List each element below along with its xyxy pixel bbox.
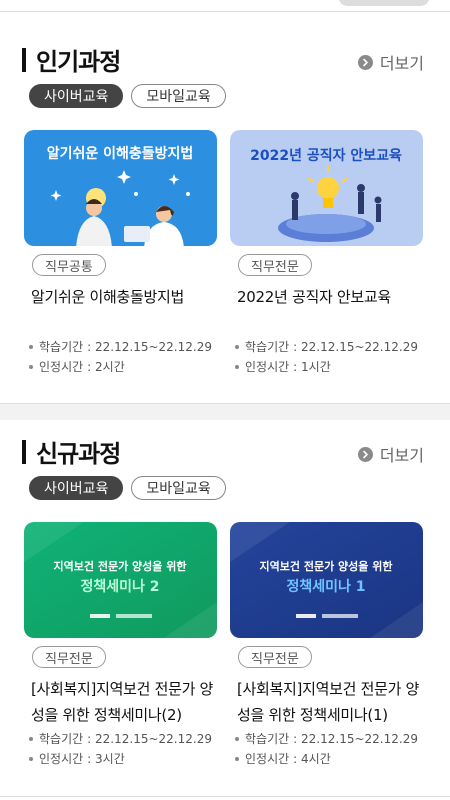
- category-badge: 직무전문: [238, 254, 312, 276]
- thumbnail-text: 2022년 공직자 안보교육: [250, 147, 402, 164]
- tab-cyber-education[interactable]: 사이버교육: [29, 476, 124, 500]
- section-marker: [22, 439, 26, 464]
- tab-mobile-education[interactable]: 모바일교육: [131, 476, 226, 500]
- new-more-button[interactable]: 더보기: [357, 442, 424, 466]
- course-title: [사회복지]지역보건 전문가 양성을 위한 정책세미나(1): [237, 680, 420, 724]
- credit-hours-label: 인정시간: [245, 360, 290, 374]
- credit-hours-label: 인정시간: [39, 360, 84, 374]
- credit-hours: 인정시간: 2시간: [29, 358, 219, 375]
- popular-title: 인기과정: [36, 48, 121, 76]
- course-card[interactable]: 알기쉬운 이해충돌방지법 직무공통 알기쉬운 이해충돌방지법 학습기간: 22…: [24, 130, 217, 390]
- course-title: 2022년 공직자 안보교육: [237, 288, 391, 306]
- credit-hours-value: 2시간: [95, 360, 125, 374]
- category-badge: 직무공통: [32, 254, 106, 276]
- course-card[interactable]: 지역보건 전문가 양성을 위한 정책세미나 2 직무전문 [사회복지]지역보건 …: [24, 522, 217, 782]
- thumbnail-subtext: 정책세미나 2: [80, 578, 159, 595]
- course-thumbnail: 알기쉬운 이해충돌방지법: [24, 130, 217, 246]
- popular-header: 인기과정: [22, 42, 121, 77]
- bullet-dot: [235, 756, 239, 761]
- study-period-value: 22.12.15~22.12.29: [95, 339, 212, 354]
- course-thumbnail: 지역보건 전문가 양성을 위한 정책세미나 1: [230, 522, 423, 638]
- bullet-dot: [235, 736, 239, 741]
- course-thumbnail: 2022년 공직자 안보교육: [230, 130, 423, 246]
- chevron-right-icon: [357, 446, 373, 462]
- credit-hours: 인정시간: 1시간: [235, 358, 425, 375]
- top-scroll-pill: [338, 0, 430, 6]
- study-period: 학습기간: 22.12.15~22.12.29: [29, 730, 219, 747]
- category-badge: 직무전문: [238, 646, 312, 668]
- popular-tabs: 사이버교육 모바일교육: [29, 84, 234, 108]
- study-period-value: 22.12.15~22.12.29: [95, 731, 212, 746]
- bullet-dot: [235, 364, 239, 369]
- thumbnail-text: 지역보건 전문가 양성을 위한: [54, 559, 187, 573]
- top-divider: [0, 11, 450, 12]
- section-marker: [22, 47, 26, 72]
- study-period-label: 학습기간: [39, 340, 84, 354]
- popular-more-button[interactable]: 더보기: [357, 50, 424, 74]
- credit-hours-value: 1시간: [301, 360, 331, 374]
- study-period-label: 학습기간: [39, 732, 84, 746]
- study-period: 학습기간: 22.12.15~22.12.29: [29, 338, 219, 355]
- bottom-divider: [0, 796, 450, 797]
- study-period-label: 학습기간: [245, 340, 290, 354]
- popular-card-list: 알기쉬운 이해충돌방지법 직무공통 알기쉬운 이해충돌방지법 학습기간: 22…: [24, 130, 436, 390]
- new-header: 신규과정: [22, 434, 121, 469]
- new-courses-title: 신규과정: [36, 440, 121, 468]
- bullet-dot: [29, 344, 33, 349]
- section-separator: [0, 403, 450, 420]
- thumbnail-text: 알기쉬운 이해충돌방지법: [47, 145, 194, 162]
- study-period: 학습기간: 22.12.15~22.12.29: [235, 730, 425, 747]
- study-period-value: 22.12.15~22.12.29: [301, 339, 418, 354]
- credit-hours-label: 인정시간: [245, 752, 290, 766]
- more-label: 더보기: [379, 54, 424, 73]
- category-badge: 직무전문: [32, 646, 106, 668]
- credit-hours-value: 4시간: [301, 752, 331, 766]
- study-period-value: 22.12.15~22.12.29: [301, 731, 418, 746]
- course-card[interactable]: 2022년 공직자 안보교육 직무전문 2022년 공직자 안보교육 학습기간 …: [230, 130, 423, 390]
- more-label: 더보기: [379, 446, 424, 465]
- credit-hours: 인정시간: 3시간: [29, 750, 219, 767]
- study-period: 학습기간: 22.12.15~22.12.29: [235, 338, 425, 355]
- bullet-dot: [29, 756, 33, 761]
- tab-mobile-education[interactable]: 모바일교육: [131, 84, 226, 108]
- new-tabs: 사이버교육 모바일교육: [29, 476, 234, 500]
- new-card-list: 지역보건 전문가 양성을 위한 정책세미나 2 직무전문 [사회복지]지역보건 …: [24, 522, 436, 782]
- credit-hours: 인정시간: 4시간: [235, 750, 425, 767]
- bullet-dot: [235, 344, 239, 349]
- course-title: 알기쉬운 이해충돌방지법: [31, 288, 184, 306]
- credit-hours-value: 3시간: [95, 752, 125, 766]
- study-period-label: 학습기간: [245, 732, 290, 746]
- new-courses-section: 신규과정 더보기 사이버교육 모바일교육 지역보건 전문가 양성을 위한 정책세…: [0, 420, 450, 795]
- thumbnail-subtext: 정책세미나 1: [286, 578, 365, 595]
- course-thumbnail: 지역보건 전문가 양성을 위한 정책세미나 2: [24, 522, 217, 638]
- course-card[interactable]: 지역보건 전문가 양성을 위한 정책세미나 1 직무전문 [사회복지]지역보건 …: [230, 522, 423, 782]
- chevron-right-icon: [357, 54, 373, 70]
- course-title: [사회복지]지역보건 전문가 양성을 위한 정책세미나(2): [31, 680, 214, 724]
- popular-courses-section: 인기과정 더보기 사이버교육 모바일교육 알기쉬운 이해충돌방지법 직무공통 알…: [0, 28, 450, 403]
- bullet-dot: [29, 736, 33, 741]
- bullet-dot: [29, 364, 33, 369]
- thumbnail-text: 지역보건 전문가 양성을 위한: [260, 559, 393, 573]
- credit-hours-label: 인정시간: [39, 752, 84, 766]
- tab-cyber-education[interactable]: 사이버교육: [29, 84, 124, 108]
